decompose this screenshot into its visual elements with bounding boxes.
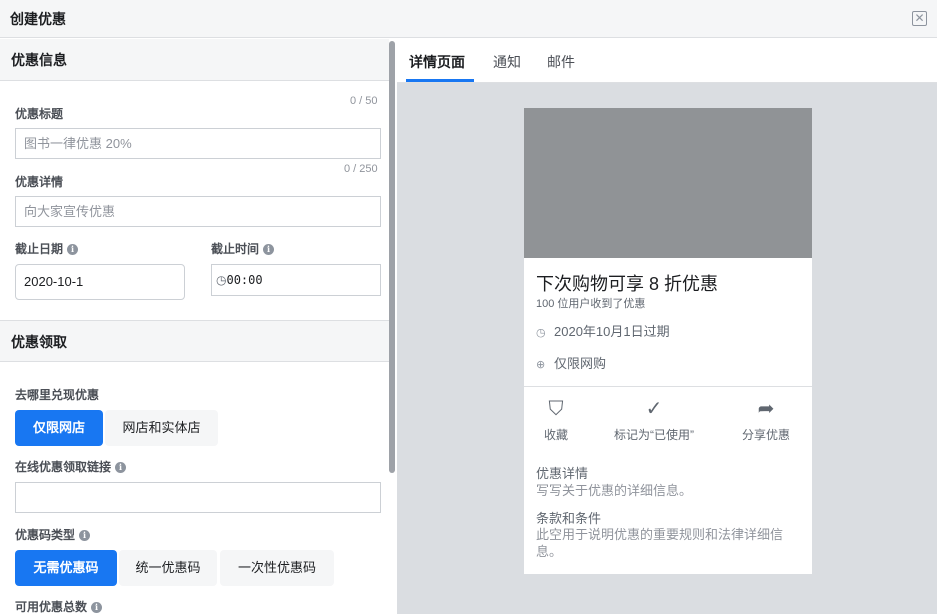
active-tab-indicator	[406, 79, 474, 82]
info-icon[interactable]: i	[79, 530, 91, 541]
title-counter: 0 / 50	[350, 95, 378, 107]
info-icon[interactable]: i	[67, 244, 79, 255]
end-time-label: 截止时间 i	[211, 240, 275, 257]
mark-used-action[interactable]: ✓ 标记为“已使用”	[606, 396, 702, 443]
dialog-titlebar: 创建优惠 ✕	[0, 0, 937, 38]
shared-code-button[interactable]: 统一优惠码	[119, 550, 217, 586]
total-offers-label: 可用优惠总数 i	[15, 598, 103, 614]
terms-body: 此空用于说明优惠的重要规则和法律详细信息。	[536, 527, 784, 559]
offer-details-input[interactable]: 向大家宣传优惠	[15, 196, 381, 227]
tab-details-page[interactable]: 详情页面	[409, 52, 465, 72]
code-type-label-text: 优惠码类型	[15, 528, 76, 542]
offer-title-input[interactable]: 图书一律优惠 20%	[15, 128, 381, 159]
online-only-button[interactable]: 仅限网店	[15, 410, 103, 446]
preview-tabs: 详情页面 通知 邮件	[397, 39, 937, 83]
unique-code-button[interactable]: 一次性优惠码	[220, 550, 334, 586]
end-time-input[interactable]: ◷00:00	[211, 264, 381, 296]
globe-icon: ⊕	[536, 359, 546, 371]
redemption-heading: 优惠领取	[11, 334, 67, 350]
offer-title-label: 优惠标题	[15, 107, 64, 121]
offer-info-heading: 优惠信息	[11, 52, 67, 68]
terms-title: 条款和条件	[536, 511, 602, 526]
code-type-label: 优惠码类型 i	[15, 526, 91, 543]
redemption-header: 优惠领取	[0, 320, 389, 362]
form-scrollbar[interactable]	[389, 41, 395, 473]
details-title: 优惠详情	[536, 466, 589, 481]
offer-preview-card: 下次购物可享 8 折优惠 100 位用户收到了优惠 ◷ 2020年10月1日过期 …	[524, 108, 812, 574]
end-date-label-text: 截止日期	[15, 242, 64, 256]
end-date-label: 截止日期 i	[15, 240, 79, 257]
clock-icon: ◷	[216, 273, 227, 287]
share-offer-action[interactable]: ➦ 分享优惠	[718, 396, 814, 443]
redeem-where-label: 去哪里兑现优惠	[15, 388, 100, 402]
share-icon: ➦	[757, 398, 775, 420]
info-icon[interactable]: i	[263, 244, 275, 255]
dialog-title: 创建优惠	[10, 11, 66, 27]
offer-details-label: 优惠详情	[15, 175, 64, 189]
online-link-input[interactable]	[15, 482, 381, 513]
details-counter: 0 / 250	[344, 163, 378, 175]
no-code-button[interactable]: 无需优惠码	[15, 550, 117, 586]
clock-icon: ◷	[536, 327, 546, 339]
tab-notification[interactable]: 通知	[493, 52, 521, 72]
expiry-row: ◷ 2020年10月1日过期	[536, 321, 670, 340]
end-time-label-text: 截止时间	[211, 242, 260, 256]
offer-claimed-count: 100 位用户收到了优惠	[536, 298, 646, 310]
card-divider	[524, 386, 812, 387]
check-icon: ✓	[645, 398, 663, 420]
close-icon[interactable]: ✕	[912, 11, 927, 26]
offer-image-placeholder	[524, 108, 812, 258]
share-label: 分享优惠	[741, 428, 790, 442]
offer-form-panel: 优惠信息 0 / 50 优惠标题 图书一律优惠 20% 0 / 250 优惠详情…	[0, 39, 397, 614]
save-offer-action[interactable]: ⛉ 收藏	[508, 396, 604, 443]
end-date-input[interactable]: 2020-10-1	[15, 264, 185, 300]
mark-used-label: 标记为“已使用”	[614, 428, 694, 442]
scope-row: ⊕ 仅限网购	[536, 353, 606, 372]
end-time-value: 00:00	[226, 273, 263, 287]
expiry-text: 2020年10月1日过期	[554, 324, 670, 339]
save-icon: ⛉	[548, 398, 564, 420]
offer-info-header: 优惠信息	[0, 39, 389, 81]
details-body: 写写关于优惠的详细信息。	[536, 483, 693, 498]
tab-email[interactable]: 邮件	[547, 52, 575, 72]
offer-headline: 下次购物可享 8 折优惠	[536, 274, 719, 294]
info-icon[interactable]: i	[115, 462, 127, 473]
online-and-store-button[interactable]: 网店和实体店	[105, 410, 218, 446]
preview-panel: 详情页面 通知 邮件 下次购物可享 8 折优惠 100 位用户收到了优惠 ◷ 20…	[397, 39, 937, 614]
online-link-label: 在线优惠领取链接 i	[15, 458, 127, 475]
scope-text: 仅限网购	[554, 356, 607, 371]
info-icon[interactable]: i	[91, 602, 103, 613]
total-offers-label-text: 可用优惠总数	[15, 600, 88, 614]
online-link-label-text: 在线优惠领取链接	[15, 460, 112, 474]
save-label: 收藏	[543, 428, 568, 442]
